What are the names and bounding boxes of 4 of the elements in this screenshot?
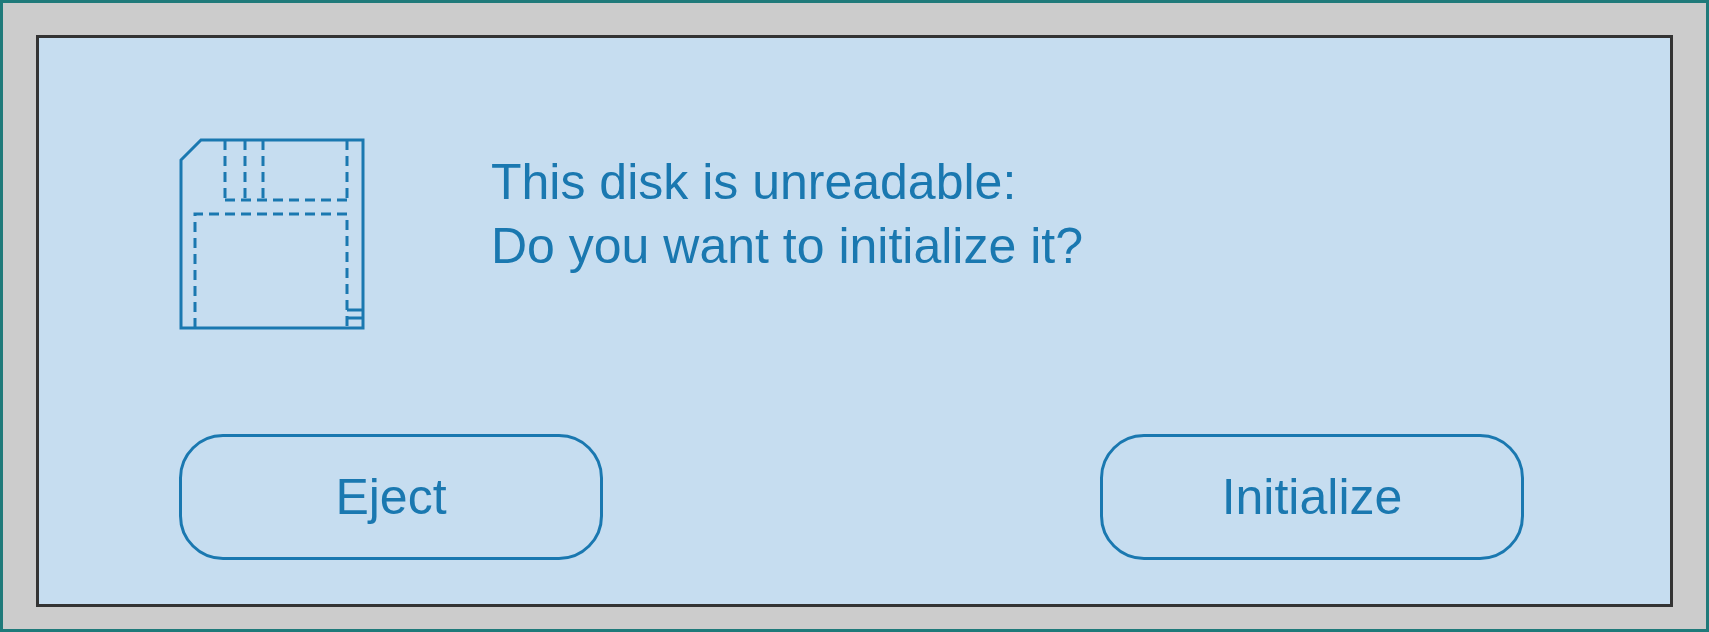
message-text: Do you want to initialize it?	[491, 217, 1083, 276]
dialog-button[interactable]: Eject	[179, 434, 603, 560]
dialog-button[interactable]: Initialize	[1100, 434, 1524, 560]
message-text: This disk is unreadable:	[491, 153, 1018, 212]
